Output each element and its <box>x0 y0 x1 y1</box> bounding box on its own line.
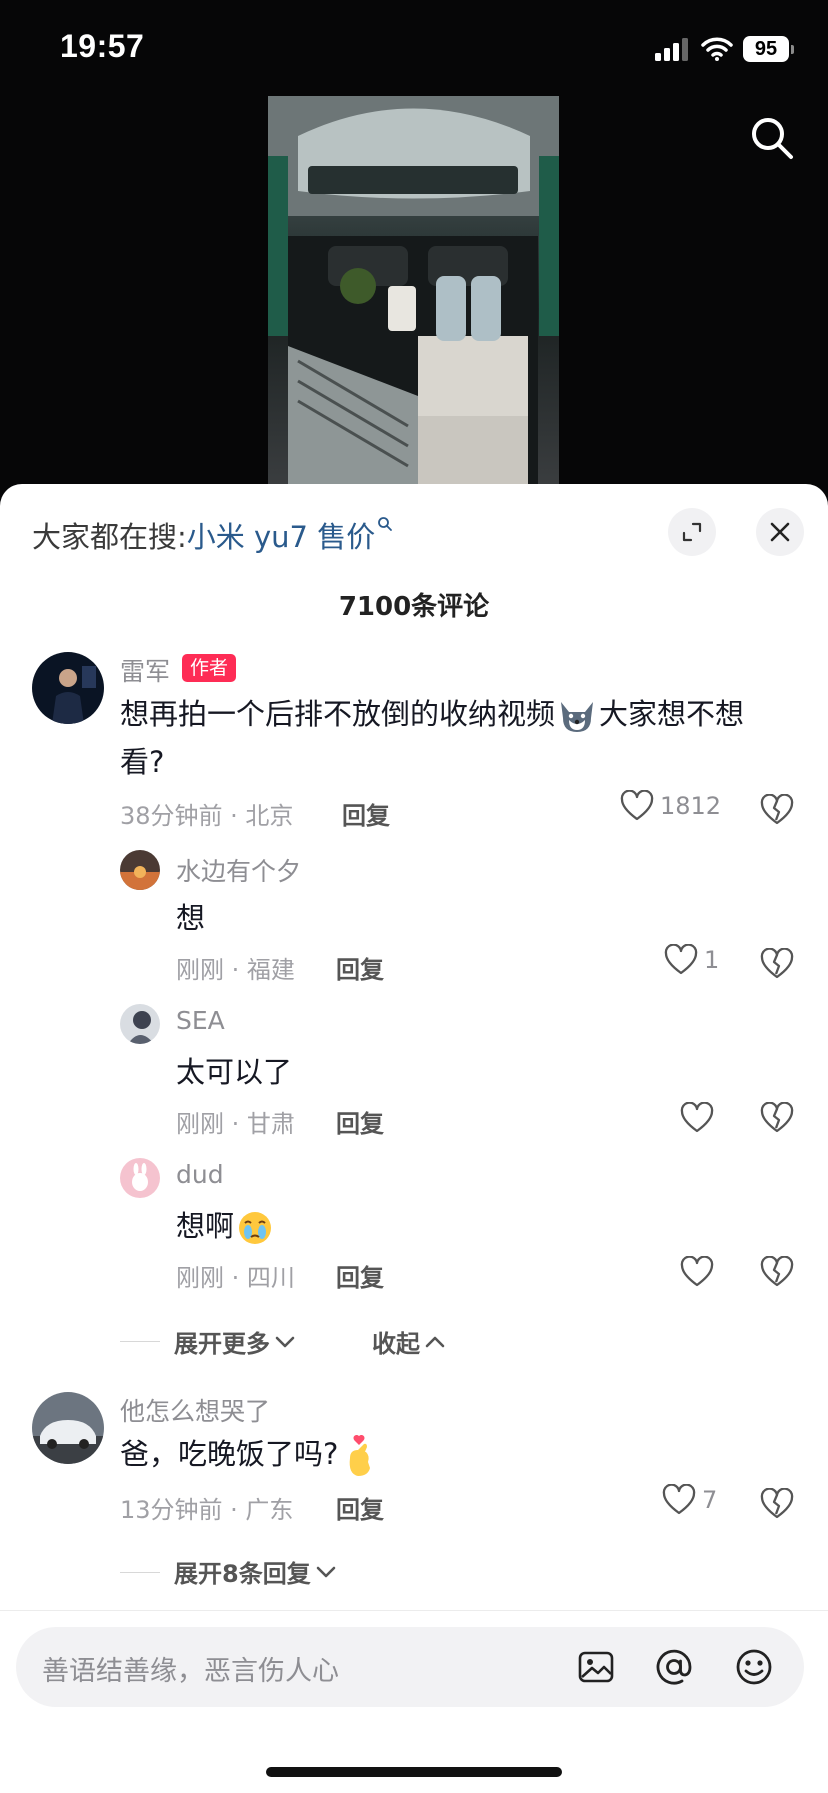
hot-search[interactable]: 大家都在搜:小米 yu7 售价 <box>32 514 393 556</box>
comment-sheet: 大家都在搜:小米 yu7 售价 7100条评论 雷军 作者 想再拍一个后排不放倒… <box>0 484 828 1792</box>
heart-icon <box>664 944 698 975</box>
avatar[interactable] <box>120 1158 160 1198</box>
reply-meta: 刚刚 · 福建 <box>176 956 295 984</box>
avatar[interactable] <box>32 652 104 724</box>
hot-search-term[interactable]: 小米 yu7 售价 <box>187 520 375 554</box>
avatar[interactable] <box>120 1004 160 1044</box>
comment-meta: 13分钟前 · 广东 <box>120 1496 294 1524</box>
broken-heart-icon[interactable] <box>760 794 794 826</box>
comment-input-bar: 善语结善缘，恶言伤人心 <box>0 1610 828 1793</box>
chevron-up-icon <box>425 1336 445 1347</box>
battery-level: 95 <box>743 36 789 62</box>
like-button[interactable]: 1 <box>664 944 719 976</box>
comment-username[interactable]: 雷军 <box>120 652 170 688</box>
expand-more-button[interactable]: 展开更多 <box>174 1324 296 1359</box>
author-badge: 作者 <box>182 654 237 682</box>
heart-icon[interactable] <box>680 1102 714 1134</box>
crying-emoji-icon <box>239 1212 272 1244</box>
close-icon <box>770 522 790 542</box>
heart-icon <box>620 790 654 821</box>
expand-replies-button[interactable]: 展开8条回复 <box>174 1554 337 1589</box>
like-button[interactable]: 1812 <box>620 790 721 822</box>
status-bar: 19:57 95 <box>0 0 828 100</box>
reply-meta: 刚刚 · 甘肃 <box>176 1110 295 1138</box>
image-icon[interactable] <box>576 1647 616 1687</box>
expand-button[interactable] <box>668 508 716 556</box>
hot-search-prefix: 大家都在搜: <box>32 520 187 554</box>
reply-username[interactable]: dud <box>176 1160 224 1189</box>
like-count: 1 <box>704 946 720 974</box>
reply-button[interactable]: 回复 <box>342 796 390 831</box>
home-indicator <box>266 1767 562 1777</box>
comment-input[interactable]: 善语结善缘，恶言伤人心 <box>16 1627 804 1707</box>
heart-icon <box>662 1484 696 1515</box>
like-count: 7 <box>702 1486 718 1514</box>
search-icon[interactable] <box>748 114 796 162</box>
like-button[interactable]: 7 <box>662 1484 717 1516</box>
like-count: 1812 <box>660 792 722 820</box>
reply-text: 想啊 <box>176 1202 276 1250</box>
comment-text: 想再拍一个后排不放倒的收纳视频 大家想不想看? <box>120 697 745 779</box>
reply-button[interactable]: 回复 <box>336 950 384 985</box>
battery-icon: 95 <box>743 36 794 62</box>
broken-heart-icon[interactable] <box>760 1102 794 1134</box>
signal-icon <box>655 38 688 61</box>
emoji-icon[interactable] <box>734 1647 774 1687</box>
comment-username[interactable]: 他怎么想哭了 <box>120 1392 270 1428</box>
reply-meta: 刚刚 · 四川 <box>176 1264 295 1292</box>
reply-button[interactable]: 回复 <box>336 1490 384 1525</box>
close-button[interactable] <box>756 508 804 556</box>
avatar[interactable] <box>120 850 160 890</box>
at-icon[interactable] <box>654 1647 694 1687</box>
expand-icon <box>682 522 702 542</box>
heart-icon[interactable] <box>680 1256 714 1288</box>
thread-divider <box>120 1341 160 1342</box>
reply-button[interactable]: 回复 <box>336 1104 384 1139</box>
broken-heart-icon[interactable] <box>760 1256 794 1288</box>
avatar[interactable] <box>32 1392 104 1464</box>
reply-text: 太可以了 <box>176 1055 293 1089</box>
comment-text: 爸，吃晚饭了吗? <box>120 1430 380 1478</box>
reply-username[interactable]: SEA <box>176 1006 225 1035</box>
husky-emoji-icon <box>561 702 594 732</box>
reply-text: 想 <box>176 901 206 935</box>
status-time: 19:57 <box>60 28 145 64</box>
broken-heart-icon[interactable] <box>760 948 794 980</box>
wifi-icon <box>701 37 733 61</box>
collapse-button[interactable]: 收起 <box>372 1324 446 1359</box>
comment-meta: 38分钟前 · 北京 <box>120 802 294 830</box>
status-icons: 95 <box>655 34 794 64</box>
search-icon <box>378 517 393 531</box>
broken-heart-icon[interactable] <box>760 1488 794 1520</box>
chevron-down-icon <box>275 1336 295 1347</box>
thread-divider <box>120 1572 160 1573</box>
input-placeholder: 善语结善缘，恶言伤人心 <box>42 1656 339 1687</box>
comment-count: 7100条评论 <box>338 592 490 622</box>
video-preview[interactable] <box>268 96 559 484</box>
finger-heart-emoji-icon <box>350 1434 371 1476</box>
chevron-down-icon <box>316 1566 336 1577</box>
reply-username[interactable]: 水边有个夕 <box>176 852 301 888</box>
reply-button[interactable]: 回复 <box>336 1258 384 1293</box>
